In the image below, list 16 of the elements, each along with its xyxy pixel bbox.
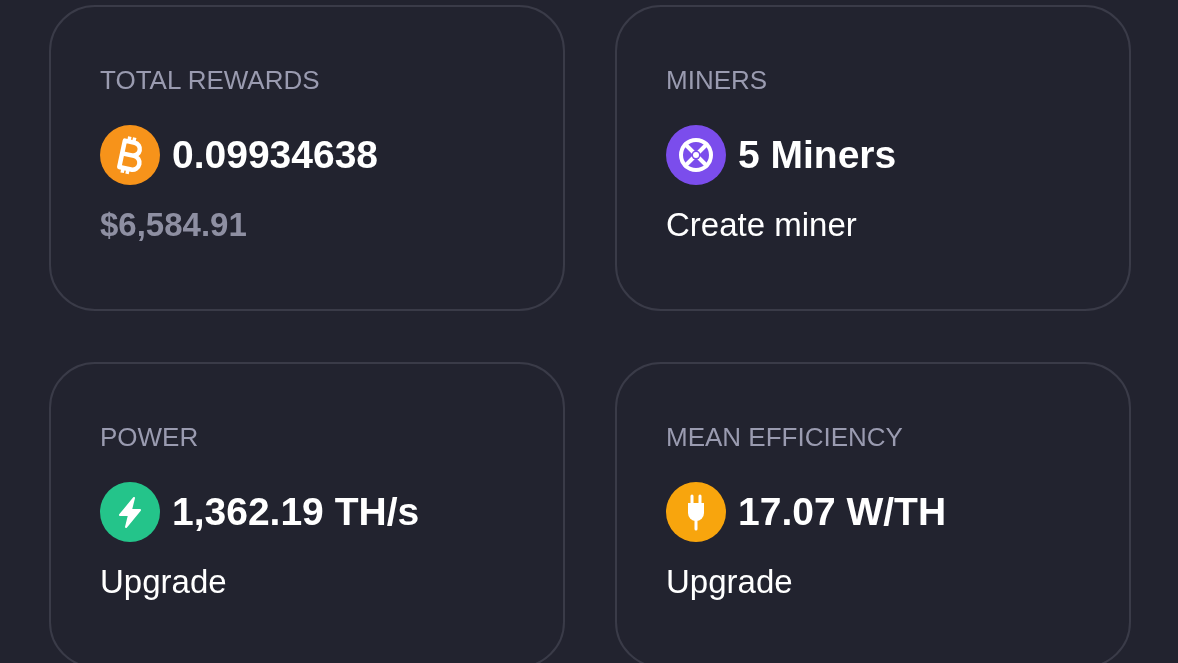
stat-value: 17.07 W/TH (738, 489, 947, 535)
stat-value: 0.09934638 (172, 132, 379, 178)
lightning-icon (100, 482, 160, 542)
stat-value: 5 Miners (738, 132, 897, 178)
stat-value: 1,362.19 TH/s (172, 489, 420, 535)
plug-icon (666, 482, 726, 542)
fiat-amount: $6,584.91 (100, 205, 247, 245)
bitcoin-icon (100, 125, 160, 185)
card-label: MINERS (666, 65, 768, 95)
action-link[interactable]: Create miner (666, 205, 857, 245)
card-label: POWER (100, 422, 199, 452)
crosshair-ring-icon (666, 125, 726, 185)
card-label: MEAN EFFICIENCY (666, 422, 903, 452)
card-label: TOTAL REWARDS (100, 65, 320, 95)
action-link[interactable]: Upgrade (100, 562, 227, 602)
action-link[interactable]: Upgrade (666, 562, 793, 602)
